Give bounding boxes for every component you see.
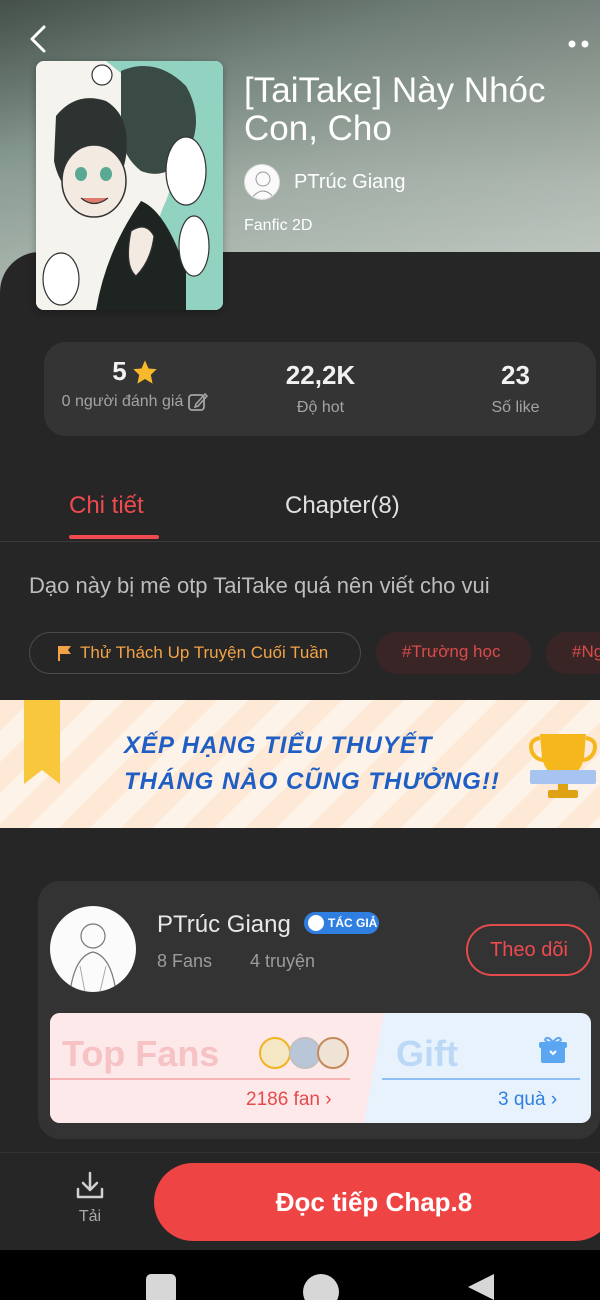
hot-stat: 22,2K Độ hot — [229, 342, 412, 436]
gift-divider — [382, 1078, 580, 1080]
author-link[interactable]: PTrúc Giang — [244, 164, 406, 200]
banner-line-1: XẾP HẠNG TIỂU THUYẾT — [124, 732, 433, 759]
rating-value: 5 — [112, 356, 127, 386]
cover-image[interactable] — [36, 61, 223, 310]
tag-truong-hoc[interactable]: #Trường học — [376, 632, 531, 674]
event-tag-label: Thử Thách Up Truyện Cuối Tuần — [80, 643, 329, 662]
cover-illustration — [36, 61, 223, 310]
download-label: Tải — [78, 1208, 102, 1225]
story-title: [TaiTake] Này Nhóc Con, Cho — [244, 71, 546, 148]
download-button[interactable]: Tải — [58, 1169, 122, 1226]
stats-panel: 5 0 người đánh giá 22,2K Độ hot 23 Số li… — [44, 342, 596, 436]
author-card-name[interactable]: PTrúc Giang — [157, 911, 291, 939]
author-card-avatar[interactable] — [50, 906, 136, 992]
tab-chapters[interactable]: Chapter(8) — [285, 492, 400, 520]
bottom-action-bar: Tải Đọc tiếp Chap.8 — [0, 1152, 600, 1250]
badge-icon — [308, 915, 324, 931]
author-stories: 4 truyện — [250, 951, 316, 971]
fan-gift-box: Top Fans 2186 fan › Gift 3 quà › — [50, 1013, 591, 1123]
trophy-icon — [529, 734, 597, 798]
author-badge-label: TÁC GIẢ — [328, 916, 378, 930]
like-value: 23 — [501, 360, 530, 390]
download-icon — [76, 1171, 104, 1199]
back-button[interactable] — [22, 22, 56, 56]
gift-title[interactable]: Gift — [396, 1033, 458, 1075]
tag-row: Thử Thách Up Truyện Cuối Tuần #Trường họ… — [29, 632, 600, 674]
author-fans: 8 Fans — [157, 951, 213, 971]
follow-button[interactable]: Theo dõi — [466, 924, 592, 976]
recent-apps-icon[interactable] — [146, 1274, 176, 1300]
system-navigation-bar — [0, 1250, 600, 1300]
top-fans-section[interactable]: Top Fans 2186 fan › — [50, 1013, 384, 1123]
ribbon-icon — [24, 700, 60, 784]
like-stat: 23 Số like — [424, 342, 600, 436]
author-name: PTrúc Giang — [294, 170, 406, 193]
tab-indicator — [69, 535, 159, 539]
chevron-left-icon — [30, 25, 46, 53]
story-description: Dạo này bị mê otp TaiTake quá nên viết c… — [29, 573, 490, 598]
tab-bar: Chi tiết Chapter(8) — [0, 480, 600, 542]
tag-ng[interactable]: #Ng — [546, 632, 600, 674]
fan-count: 2186 fan › — [246, 1089, 332, 1110]
hot-label: Độ hot — [296, 399, 345, 416]
flag-icon — [58, 646, 71, 661]
genre-label[interactable]: Fanfic 2D — [244, 217, 312, 235]
gift-icon — [539, 1036, 567, 1063]
more-button[interactable] — [566, 30, 594, 50]
author-card: PTrúc Giang TÁC GIẢ 8 Fans 4 truyện Theo… — [38, 881, 600, 1139]
author-badge: TÁC GIẢ — [304, 912, 379, 934]
tab-details[interactable]: Chi tiết — [69, 492, 144, 520]
event-tag[interactable]: Thử Thách Up Truyện Cuối Tuần — [29, 632, 361, 674]
top-fans-divider — [50, 1078, 350, 1080]
like-label: Số like — [491, 399, 540, 416]
gift-count[interactable]: 3 quà › — [498, 1089, 557, 1111]
rating-label: 0 người đánh giá — [61, 393, 184, 410]
hot-value: 22,2K — [285, 360, 356, 390]
rating-stat[interactable]: 5 0 người đánh giá — [44, 342, 227, 436]
star-icon — [133, 359, 157, 384]
banner-line-2: THÁNG NÀO CŨNG THƯỞNG!! — [124, 768, 500, 795]
fan-count-label: 2186 fan — [246, 1089, 320, 1110]
continue-reading-button[interactable]: Đọc tiếp Chap.8 — [154, 1163, 600, 1241]
gift-count-label: 3 quà — [498, 1089, 546, 1110]
fan-avatars — [259, 1037, 349, 1069]
more-dots-icon — [568, 40, 589, 48]
edit-icon[interactable] — [187, 391, 209, 413]
author-avatar — [244, 164, 280, 200]
ranking-banner[interactable]: XẾP HẠNG TIỂU THUYẾT THÁNG NÀO CŨNG THƯỞ… — [0, 700, 600, 828]
back-nav-icon[interactable] — [466, 1272, 496, 1300]
home-icon[interactable] — [303, 1274, 339, 1300]
top-fans-title: Top Fans — [62, 1033, 220, 1074]
